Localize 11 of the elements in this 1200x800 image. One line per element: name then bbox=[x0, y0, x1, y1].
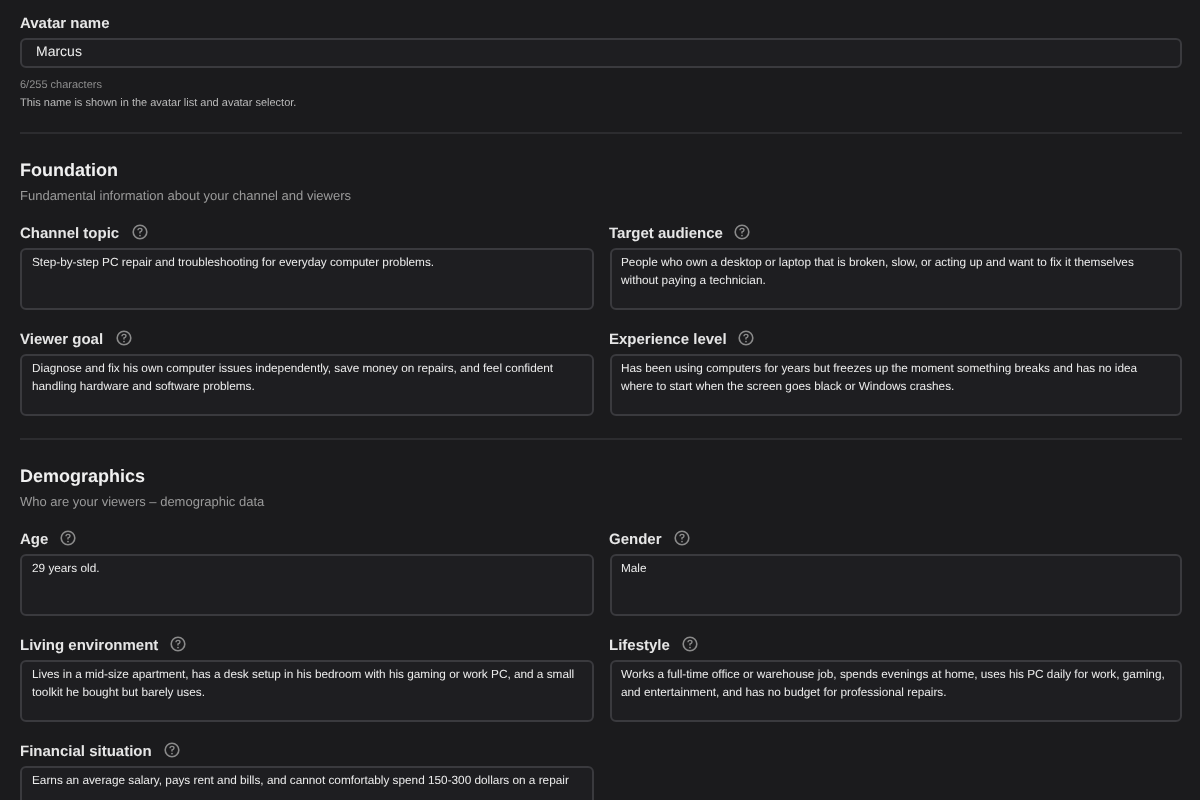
help-icon[interactable] bbox=[170, 636, 187, 652]
help-icon[interactable] bbox=[673, 530, 690, 546]
help-icon[interactable] bbox=[681, 636, 698, 652]
help-icon[interactable] bbox=[115, 330, 132, 346]
help-icon[interactable] bbox=[60, 530, 77, 546]
section-title: Foundation bbox=[20, 160, 120, 180]
section-title: Demographics bbox=[20, 466, 148, 486]
help-icon[interactable] bbox=[163, 742, 180, 758]
help-icon[interactable] bbox=[738, 330, 755, 346]
help-icon[interactable] bbox=[734, 224, 751, 240]
help-icon[interactable] bbox=[131, 224, 148, 240]
